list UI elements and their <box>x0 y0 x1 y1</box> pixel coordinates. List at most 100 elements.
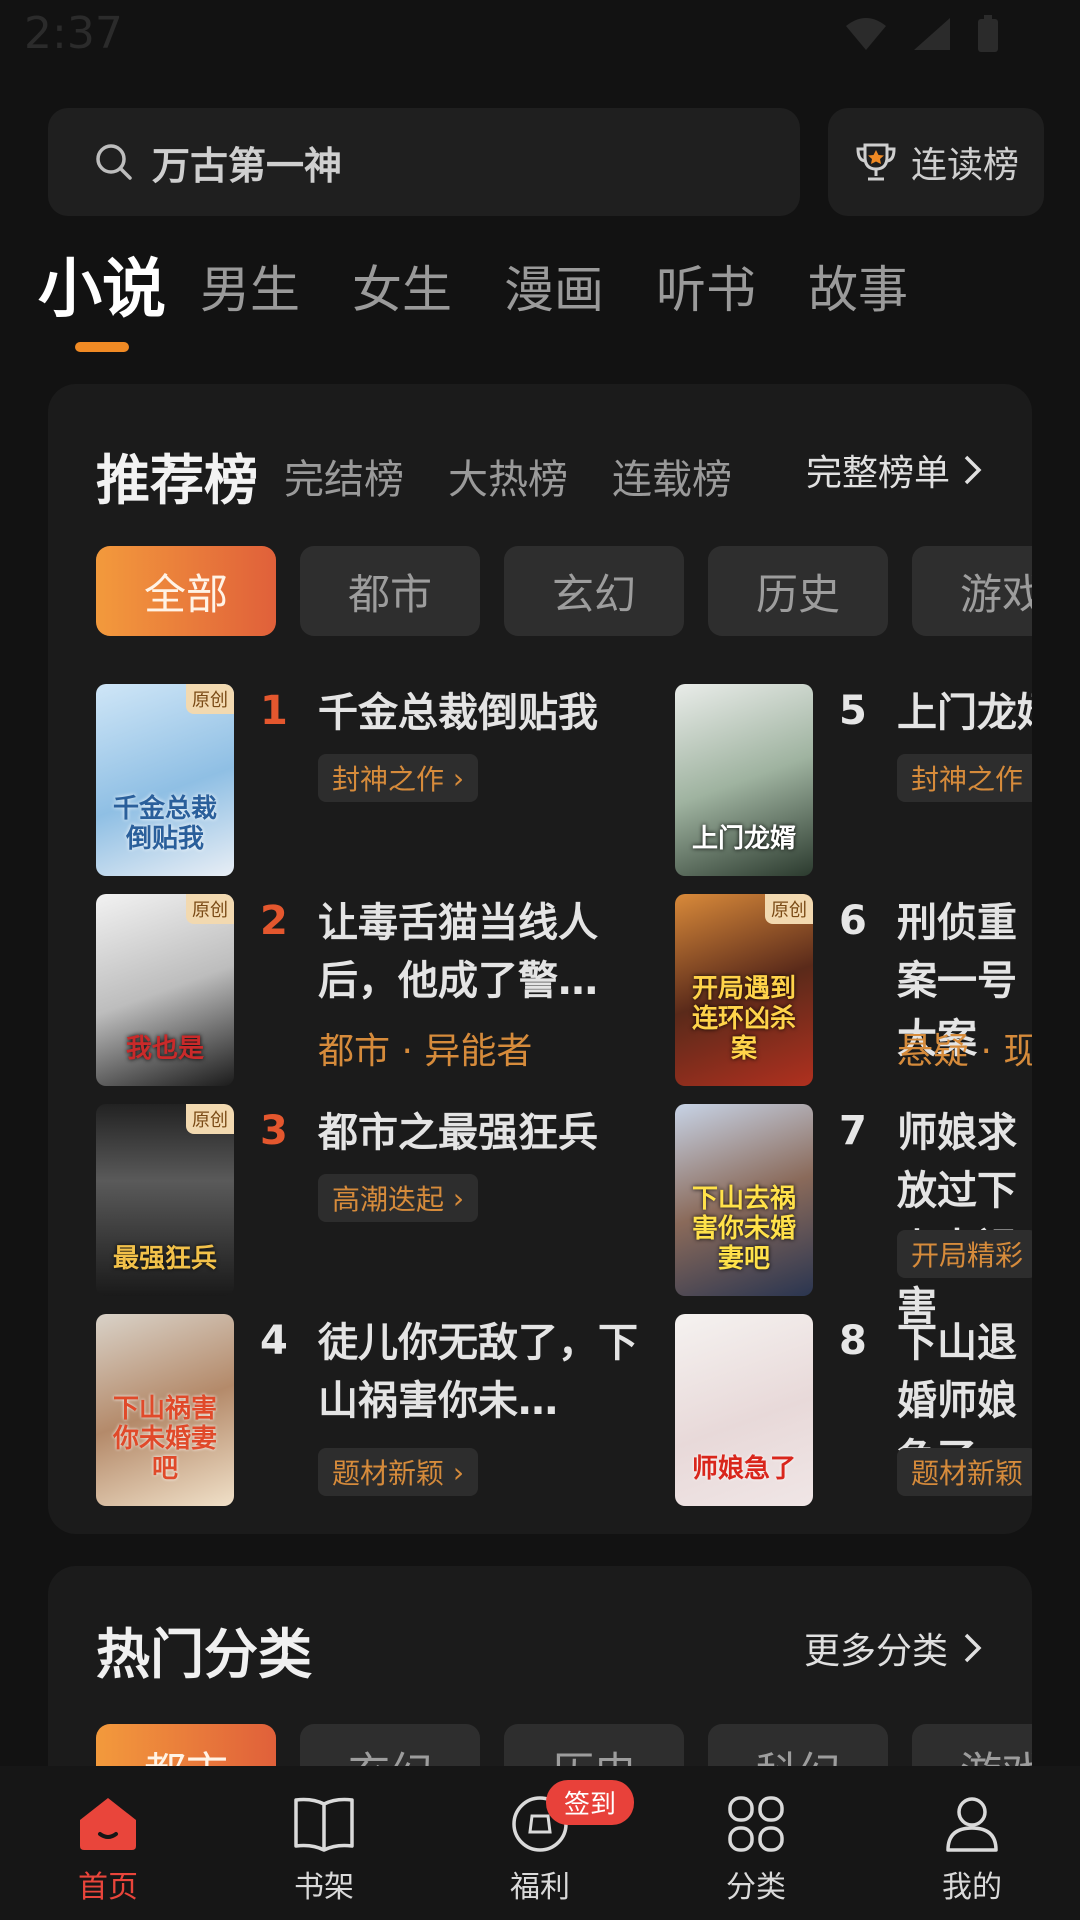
book-tag-label: 封神之作 <box>911 763 1024 796</box>
battery-icon <box>978 15 998 52</box>
chevron-right-icon: › <box>1023 762 1033 795</box>
main-tabs: 小说 男生 女生 漫画 听书 故事 <box>38 250 960 330</box>
chevron-right-icon: › <box>444 1181 465 1215</box>
search-bar[interactable]: 万古第一神 <box>48 108 800 216</box>
nav-bookshelf-label: 书架 <box>294 1870 354 1905</box>
genre-filter-chips: 全部 都市 玄幻 历史 游戏 <box>96 546 1032 636</box>
book-item[interactable]: 上门龙婿 5 上门龙婿 封神之作 › <box>675 684 1032 876</box>
cover-title: 最强狂兵 <box>112 1244 217 1274</box>
cover-title: 下山祸害你未婚妻吧 <box>112 1394 217 1484</box>
tab-hot-rank[interactable]: 大热榜 <box>448 447 568 505</box>
book-item[interactable]: 下山去祸害你未婚妻吧 7 师娘求放过下山去祸害 开局精彩 <box>675 1104 1032 1330</box>
book-item[interactable]: 最强狂兵 原创 3 都市之最强狂兵 高潮迭起 › <box>96 1104 696 1296</box>
book-tag-label: 高潮迭起 <box>332 1183 445 1216</box>
ranking-card: 推荐榜 完结榜 大热榜 连载榜 完整榜单 全部 都市 玄幻 历史 游戏 千金总裁… <box>48 384 1032 1534</box>
chevron-right-icon: › <box>444 761 465 795</box>
nav-profile[interactable]: 我的 <box>864 1766 1080 1920</box>
book-tag-label: 题材新颖 <box>911 1457 1024 1490</box>
full-ranking-link[interactable]: 完整榜单 <box>806 444 984 496</box>
tab-audiobook[interactable]: 听书 <box>656 250 756 330</box>
book-tag[interactable]: 高潮迭起 › <box>318 1174 479 1222</box>
original-badge: 原创 <box>765 894 813 924</box>
reading-rank-button[interactable]: 连读榜 <box>828 108 1044 216</box>
tab-recommend-rank[interactable]: 推荐榜 <box>96 436 258 515</box>
book-tag-label: 开局精彩 <box>911 1239 1024 1272</box>
sign-in-badge[interactable]: 签到 <box>546 1780 635 1825</box>
original-badge: 原创 <box>186 1104 234 1134</box>
active-tab-indicator <box>75 342 129 352</box>
status-time: 2:37 <box>24 8 123 59</box>
tab-comics[interactable]: 漫画 <box>504 250 604 330</box>
bottom-nav: 首页 书架 福利 签到 分类 我的 <box>0 1766 1080 1920</box>
reading-rank-label: 连读榜 <box>910 145 1019 186</box>
hot-categories-title: 热门分类 <box>96 1623 312 1686</box>
ranking-tabs: 推荐榜 完结榜 大热榜 连载榜 <box>96 436 776 515</box>
cover-title: 我也是 <box>125 1034 204 1064</box>
book-cover: 千金总裁倒贴我 原创 <box>96 684 234 876</box>
book-item[interactable]: 千金总裁倒贴我 原创 1 千金总裁倒贴我 封神之作 › <box>96 684 696 876</box>
book-icon <box>294 1797 354 1852</box>
cover-title: 开局遇到连环凶杀案 <box>691 974 796 1064</box>
book-title: 千金总裁倒贴我 <box>318 690 598 736</box>
tab-male[interactable]: 男生 <box>200 250 300 330</box>
book-cover: 开局遇到连环凶杀案 原创 <box>675 894 813 1086</box>
nav-home-label: 首页 <box>78 1870 138 1905</box>
book-cover: 下山去祸害你未婚妻吧 <box>675 1104 813 1296</box>
grid-icon <box>728 1796 784 1852</box>
chip-game[interactable]: 游戏 <box>912 546 1032 636</box>
status-bar: 2:37 <box>0 0 1080 76</box>
original-badge: 原创 <box>186 894 234 924</box>
nav-welfare[interactable]: 福利 签到 <box>432 1766 648 1920</box>
book-cover: 下山祸害你未婚妻吧 <box>96 1314 234 1506</box>
more-categories-link[interactable]: 更多分类 <box>804 1622 984 1674</box>
tab-novel[interactable]: 小说 <box>38 250 166 330</box>
search-icon <box>96 144 132 180</box>
tab-serial-rank[interactable]: 连载榜 <box>612 447 732 505</box>
cover-title: 下山去祸害你未婚妻吧 <box>691 1184 796 1274</box>
book-item[interactable]: 师娘急了 8 下山退婚师娘急了 题材新颖 <box>675 1314 1032 1506</box>
tab-finished-rank[interactable]: 完结榜 <box>284 447 404 505</box>
book-tag[interactable]: 都市 · 异能者 <box>318 1022 532 1074</box>
book-tag[interactable]: 开局精彩 <box>897 1230 1032 1278</box>
book-tag[interactable]: 题材新颖 <box>897 1448 1032 1496</box>
book-item[interactable]: 我也是 原创 2 让毒舌猫当线人后，他成了警… 都市 · 异能者 <box>96 894 696 1086</box>
nav-profile-label: 我的 <box>942 1870 1002 1905</box>
tab-stories[interactable]: 故事 <box>808 250 908 330</box>
book-item[interactable]: 下山祸害你未婚妻吧 4 徒儿你无敌了，下山祸害你未… 题材新颖 › <box>96 1314 696 1506</box>
rank-number: 3 <box>260 1108 288 1154</box>
chevron-right-icon: › <box>444 1455 465 1489</box>
cover-title: 师娘急了 <box>691 1454 796 1484</box>
book-title: 都市之最强狂兵 <box>318 1110 598 1156</box>
nav-bookshelf[interactable]: 书架 <box>216 1766 432 1920</box>
nav-home[interactable]: 首页 <box>0 1766 216 1920</box>
rank-number: 2 <box>260 898 288 944</box>
chevron-right-icon <box>964 455 982 485</box>
chip-all[interactable]: 全部 <box>96 546 276 636</box>
rank-number: 8 <box>839 1318 867 1364</box>
trophy-icon <box>856 143 896 181</box>
book-cover: 师娘急了 <box>675 1314 813 1506</box>
book-tag[interactable]: 封神之作 › <box>897 754 1032 802</box>
book-title: 徒儿你无敌了，下山祸害你未… <box>318 1320 638 1424</box>
book-item[interactable]: 开局遇到连环凶杀案 原创 6 刑侦重案一号大案 悬疑 · 现 <box>675 894 1032 1086</box>
nav-categories-label: 分类 <box>726 1870 786 1905</box>
book-tag[interactable]: 悬疑 · 现 <box>897 1022 1032 1074</box>
user-icon <box>946 1797 998 1852</box>
book-cover: 上门龙婿 <box>675 684 813 876</box>
chip-history[interactable]: 历史 <box>708 546 888 636</box>
book-tag[interactable]: 题材新颖 › <box>318 1448 479 1496</box>
book-tag[interactable]: 封神之作 › <box>318 754 479 802</box>
original-badge: 原创 <box>186 684 234 714</box>
status-icons <box>844 14 1000 54</box>
rank-number: 5 <box>839 688 867 734</box>
nav-categories[interactable]: 分类 <box>648 1766 864 1920</box>
cover-title: 千金总裁倒贴我 <box>112 794 217 854</box>
full-ranking-label: 完整榜单 <box>805 453 950 494</box>
chip-fantasy[interactable]: 玄幻 <box>504 546 684 636</box>
wifi-icon <box>846 18 886 50</box>
chevron-right-icon <box>964 1633 982 1663</box>
book-title: 师娘求放过下山去祸害 <box>897 1110 1017 1330</box>
chip-urban[interactable]: 都市 <box>300 546 480 636</box>
tab-female[interactable]: 女生 <box>352 250 452 330</box>
cover-title: 上门龙婿 <box>691 824 796 854</box>
